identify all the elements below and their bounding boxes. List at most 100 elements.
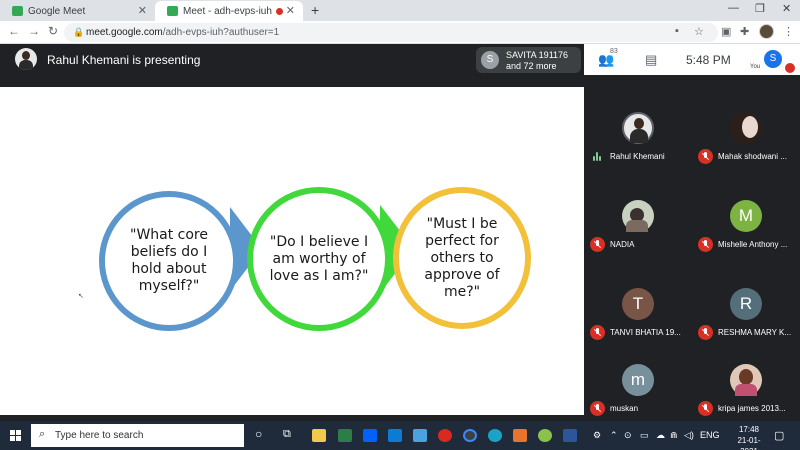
people-count: 83 bbox=[610, 48, 618, 55]
tray-app-icon[interactable]: ⊙ bbox=[624, 430, 632, 441]
tab-google-meet[interactable]: Google Meet ✕ bbox=[0, 1, 155, 21]
meet-top-controls: 👥 83 ▤ 5:48 PM S You bbox=[584, 44, 800, 75]
participant-tile[interactable]: Mahak shodwani ... bbox=[692, 86, 800, 172]
shared-slide: "What core beliefs do I hold about mysel… bbox=[0, 87, 584, 415]
browser-toolbar: ← → ↻ 🔒 meet.google.com/adh-evps-iuh?aut… bbox=[0, 21, 800, 44]
language-indicator[interactable]: ENG bbox=[700, 430, 720, 440]
show-hidden-icons[interactable]: ⌃ bbox=[610, 430, 618, 441]
participants-panel: 👥 83 ▤ 5:48 PM S You Rahul Khemani Mahak… bbox=[584, 44, 800, 421]
task-view-icon[interactable]: ⧉ bbox=[283, 428, 291, 441]
meet-favicon-icon bbox=[12, 6, 23, 16]
participant-tile[interactable]: NADIA bbox=[584, 174, 692, 260]
meeting-clock: 5:48 PM bbox=[686, 53, 731, 67]
taskbar-clock[interactable]: 17:48 21-01-2021 bbox=[731, 424, 767, 450]
presenting-label: Rahul Khemani is presenting bbox=[47, 53, 201, 67]
cortana-icon[interactable]: ○ bbox=[255, 427, 262, 441]
reload-icon[interactable]: ↻ bbox=[48, 24, 58, 38]
presenter-avatar bbox=[15, 48, 37, 70]
muted-mic-icon bbox=[590, 401, 605, 416]
minimize-icon[interactable]: — bbox=[728, 2, 739, 14]
app-icon[interactable] bbox=[538, 429, 552, 442]
tab-title: Google Meet bbox=[28, 5, 86, 17]
question-bubble-2: "Do I believe I am worthy of love as I a… bbox=[247, 187, 391, 331]
question-bubble-1: "What core beliefs do I hold about mysel… bbox=[99, 191, 239, 331]
self-label: You bbox=[750, 64, 761, 70]
meet-presenting-bar: Rahul Khemani is presenting S SAVITA 191… bbox=[0, 44, 584, 75]
windows-start-icon[interactable] bbox=[10, 430, 22, 442]
address-bar[interactable]: 🔒 meet.google.com/adh-evps-iuh?authuser=… bbox=[64, 23, 718, 42]
extension-icon[interactable]: ▣ bbox=[721, 25, 731, 38]
question-bubble-3: "Must I be perfect for others to approve… bbox=[393, 187, 531, 329]
photos-icon[interactable] bbox=[513, 429, 527, 442]
taskbar-search-box[interactable]: ⌕ Type here to search bbox=[31, 424, 244, 447]
muted-mic-icon bbox=[698, 237, 713, 252]
taskbar-time: 17:48 bbox=[738, 425, 760, 434]
participant-tile[interactable]: Rahul Khemani bbox=[584, 86, 692, 172]
wifi-icon[interactable]: ⋒ bbox=[670, 430, 678, 441]
search-placeholder: Type here to search bbox=[55, 430, 144, 441]
store-icon[interactable] bbox=[338, 429, 352, 442]
bookmark-star-icon[interactable]: ☆ bbox=[694, 25, 704, 38]
camera-icon[interactable]: ▪ bbox=[675, 25, 679, 37]
presentation-area: "What core beliefs do I hold about mysel… bbox=[0, 75, 584, 415]
windows-taskbar: ⌕ Type here to search ○ ⧉ ⚙ ⌃ ⊙ ▭ ☁ ⋒ ◁)… bbox=[0, 421, 800, 450]
participant-name: SAVITA 191176 bbox=[506, 50, 569, 60]
self-muted-icon bbox=[785, 63, 795, 73]
chat-icon[interactable]: ▤ bbox=[645, 52, 657, 68]
other-participants-chip[interactable]: S SAVITA 191176 and 72 more bbox=[476, 47, 581, 73]
lock-icon: 🔒 bbox=[73, 27, 85, 37]
participant-name: RESHMA MARY K... bbox=[718, 328, 792, 337]
participant-name: kripa james 2013... bbox=[718, 404, 786, 413]
file-explorer-icon[interactable] bbox=[312, 429, 326, 442]
participant-tile[interactable]: m muskan bbox=[584, 338, 692, 424]
mail-icon[interactable] bbox=[413, 429, 427, 442]
chrome-icon[interactable] bbox=[463, 429, 477, 442]
participant-photo bbox=[730, 364, 762, 396]
close-window-icon[interactable]: ✕ bbox=[782, 2, 791, 15]
participant-letter-avatar: R bbox=[730, 288, 762, 320]
question-text-2: "Do I believe I am worthy of love as I a… bbox=[269, 233, 369, 284]
participant-name: NADIA bbox=[610, 240, 635, 249]
taskbar-date: 21-01-2021 bbox=[737, 436, 761, 450]
participant-tile[interactable]: kripa james 2013... bbox=[692, 338, 800, 424]
participant-name: Mahak shodwani ... bbox=[718, 152, 787, 161]
new-tab-button[interactable]: + bbox=[311, 2, 319, 18]
participant-tile[interactable]: R RESHMA MARY K... bbox=[692, 262, 800, 348]
url-path: /adh-evps-iuh?authuser=1 bbox=[162, 27, 280, 38]
participant-letter-avatar: m bbox=[622, 364, 654, 396]
back-icon[interactable]: ← bbox=[8, 24, 20, 38]
participant-name: Rahul Khemani bbox=[610, 152, 665, 161]
close-tab-icon[interactable]: ✕ bbox=[286, 4, 295, 17]
speaking-indicator-icon bbox=[593, 152, 602, 161]
settings-tray-icon[interactable]: ⚙ bbox=[593, 430, 601, 441]
dropbox-icon[interactable] bbox=[363, 429, 377, 442]
participant-tile[interactable]: M Mishelle Anthony ... bbox=[692, 174, 800, 260]
volume-icon[interactable]: ◁) bbox=[684, 430, 694, 441]
puzzle-icon[interactable]: ✚ bbox=[740, 25, 749, 38]
question-text-1: "What core beliefs do I hold about mysel… bbox=[130, 227, 208, 294]
tab-meet-call[interactable]: Meet - adh-evps-iuh ✕ bbox=[155, 1, 303, 21]
forward-icon[interactable]: → bbox=[28, 24, 40, 38]
vscode-icon[interactable] bbox=[388, 429, 402, 442]
menu-kebab-icon[interactable]: ⋮ bbox=[783, 25, 794, 38]
meet-favicon-icon bbox=[167, 6, 178, 16]
muted-mic-icon bbox=[698, 149, 713, 164]
participant-letter-avatar: T bbox=[622, 288, 654, 320]
participant-name: TANVI BHATIA 19... bbox=[610, 328, 681, 337]
tray-cloud-icon[interactable]: ☁ bbox=[656, 430, 665, 441]
participant-photo bbox=[730, 112, 762, 144]
notifications-icon[interactable]: ▢ bbox=[774, 429, 784, 442]
self-avatar[interactable]: S bbox=[764, 50, 782, 68]
participant-photo bbox=[622, 200, 654, 232]
participant-letter-avatar: M bbox=[730, 200, 762, 232]
participant-tile[interactable]: T TANVI BHATIA 19... bbox=[584, 262, 692, 348]
word-icon[interactable] bbox=[563, 429, 577, 442]
battery-icon[interactable]: ▭ bbox=[640, 430, 649, 441]
muted-mic-icon bbox=[590, 237, 605, 252]
opera-icon[interactable] bbox=[438, 429, 452, 442]
participant-avatar: S bbox=[481, 51, 499, 69]
profile-avatar[interactable] bbox=[759, 24, 774, 39]
maximize-icon[interactable]: ❐ bbox=[755, 2, 765, 15]
edge-icon[interactable] bbox=[488, 429, 502, 442]
close-tab-icon[interactable]: ✕ bbox=[138, 4, 147, 17]
